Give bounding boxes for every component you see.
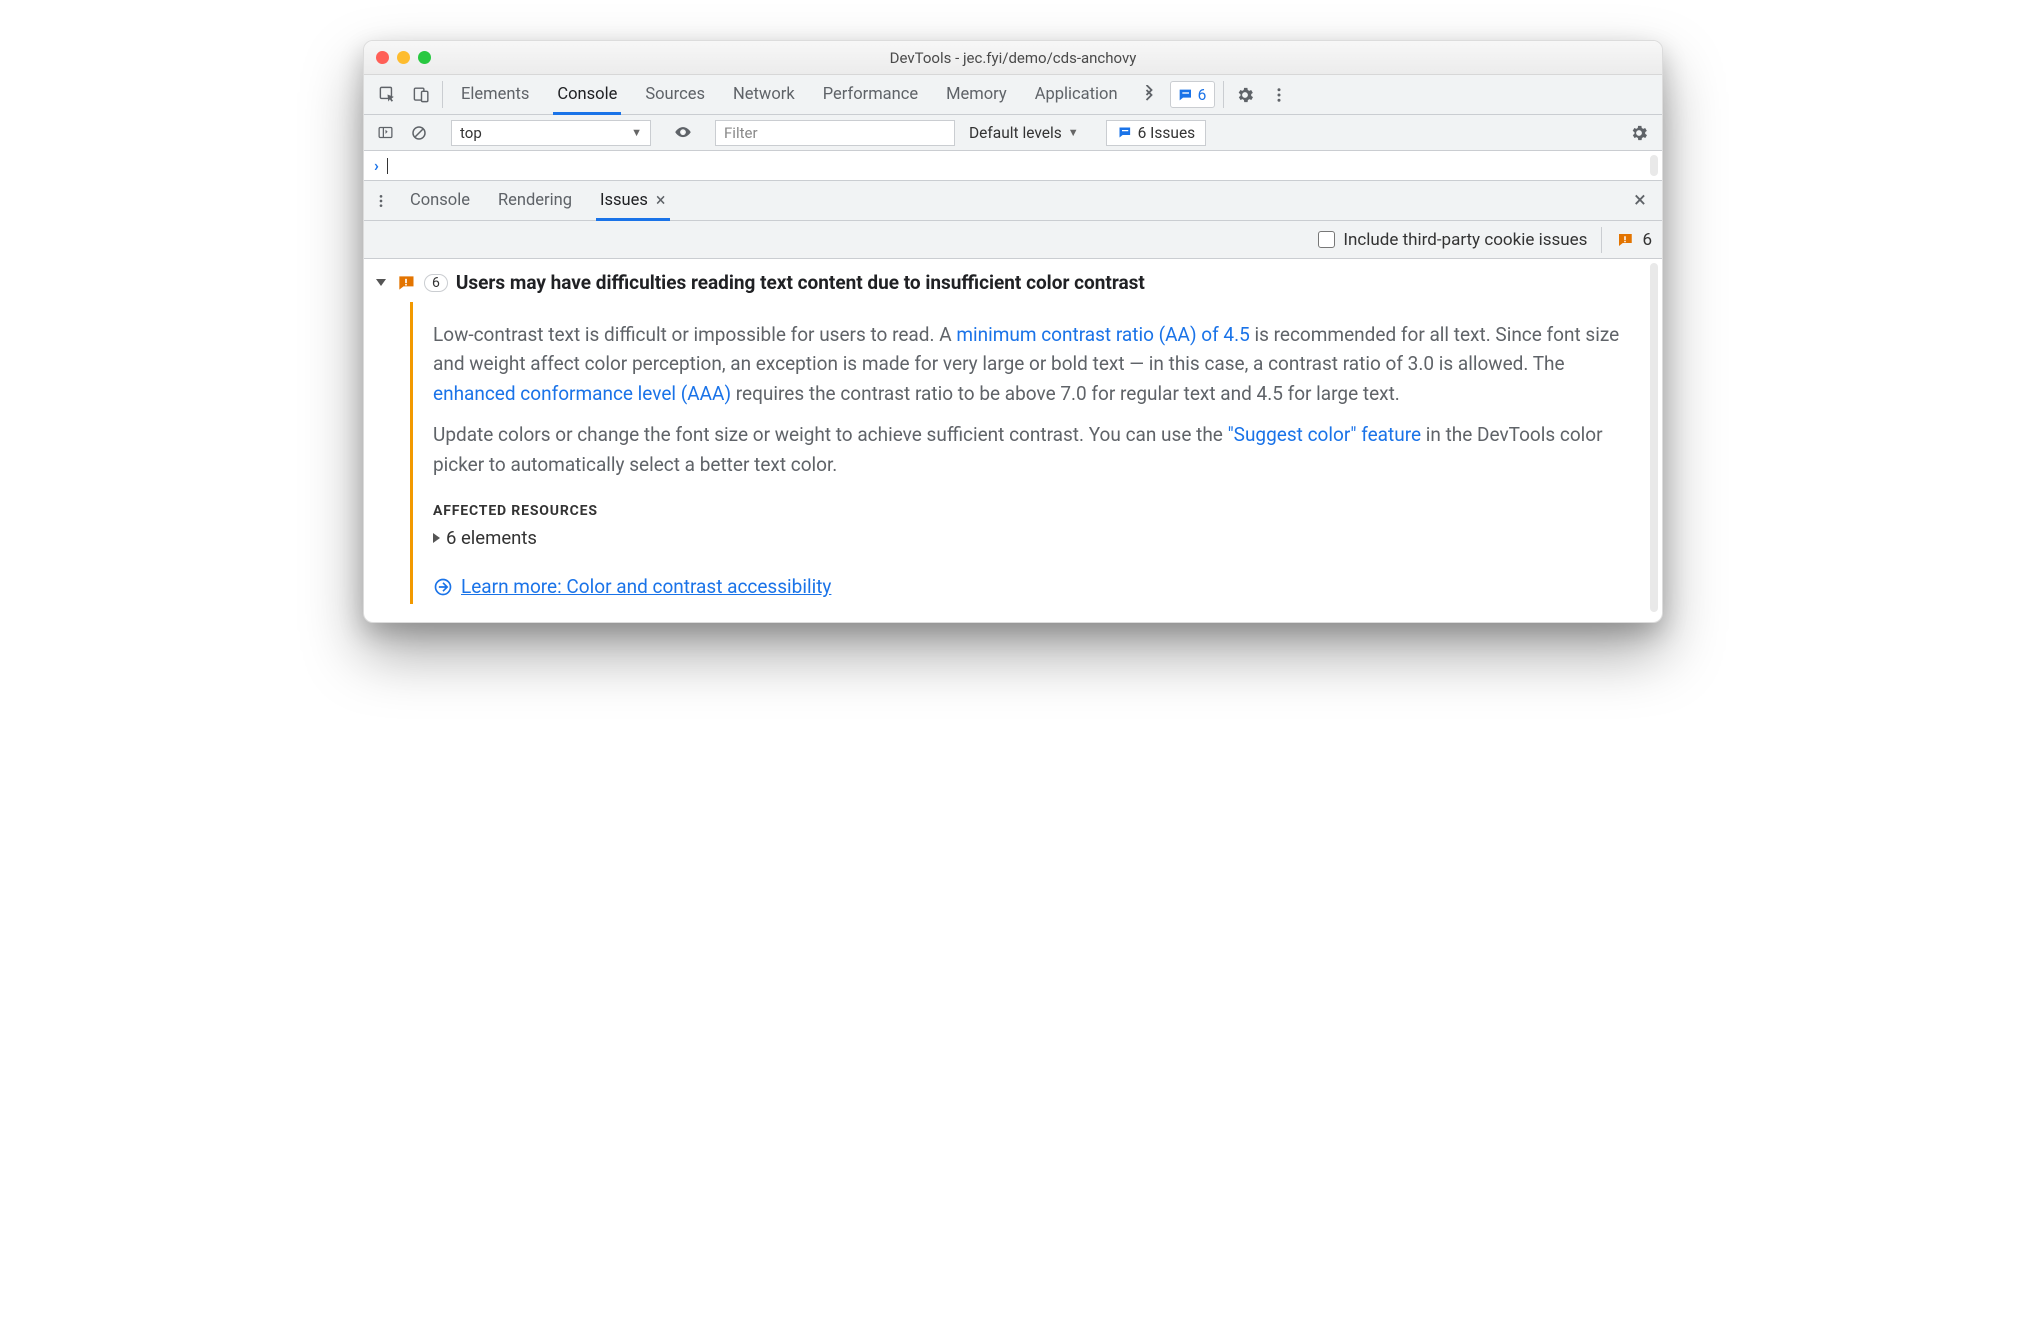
inspect-element-icon[interactable] [370,75,404,114]
dropdown-icon: ▼ [1068,126,1079,139]
drawer-tab-console[interactable]: Console [396,181,484,220]
window-title: DevTools - jec.fyi/demo/cds-anchovy [364,49,1662,67]
disclosure-triangle-icon [433,533,440,543]
log-levels-select[interactable]: Default levels ▼ [959,120,1089,146]
issue-header[interactable]: 6 Users may have difficulties reading te… [376,271,1642,302]
link-min-contrast[interactable]: minimum contrast ratio (AA) of 4.5 [956,323,1249,346]
tab-elements[interactable]: Elements [447,75,543,114]
issues-warning-count: 6 [1601,227,1652,253]
close-drawer-icon[interactable]: × [1620,181,1660,220]
toggle-sidebar-icon[interactable] [370,124,400,141]
main-tab-bar: Elements Console Sources Network Perform… [364,75,1662,115]
device-toolbar-icon[interactable] [404,75,438,114]
prompt-chevron-icon: › [374,156,379,175]
divider [1223,81,1224,108]
scrollbar[interactable] [1650,155,1658,176]
scrollbar[interactable] [1650,263,1658,612]
tabs-overflow-icon[interactable] [1132,75,1166,114]
execution-context-select[interactable]: top ▼ [451,120,651,146]
drawer-tab-bar: Console Rendering Issues × × [364,181,1662,221]
console-toolbar: top ▼ Filter Default levels ▼ 6 Issues [364,115,1662,151]
zoom-window-button[interactable] [418,51,431,64]
tab-application[interactable]: Application [1021,75,1132,114]
console-filter-input[interactable]: Filter [715,120,955,146]
issue-body: Low-contrast text is difficult or imposs… [410,302,1642,604]
console-settings-icon[interactable] [1622,123,1656,143]
drawer-more-icon[interactable] [366,181,396,220]
clear-console-icon[interactable] [404,124,434,142]
tab-memory[interactable]: Memory [932,75,1021,114]
link-enhanced-conformance[interactable]: enhanced conformance level (AAA) [433,382,731,405]
text-caret [387,158,388,174]
filter-placeholder: Filter [724,124,758,142]
issue-description-2: Update colors or change the font size or… [433,420,1622,479]
close-tab-icon[interactable]: × [656,192,666,210]
dropdown-icon: ▼ [631,126,642,139]
issues-counter-button[interactable]: 6 [1170,81,1216,108]
console-prompt[interactable]: › [364,151,1662,181]
drawer-tab-issues[interactable]: Issues × [586,181,680,220]
drawer-tab-rendering[interactable]: Rendering [484,181,586,220]
issue-description-1: Low-contrast text is difficult or imposs… [433,320,1622,408]
link-suggest-color[interactable]: "Suggest color" feature [1228,423,1421,446]
minimize-window-button[interactable] [397,51,410,64]
divider [442,81,443,108]
issues-count: 6 [1198,86,1207,104]
affected-resources-item[interactable]: 6 elements [433,527,1622,549]
disclosure-triangle-icon[interactable] [376,279,386,286]
issue-title: Users may have difficulties reading text… [456,271,1145,294]
learn-more-link[interactable]: Learn more: Color and contrast accessibi… [433,575,1622,598]
issues-pane: 6 Users may have difficulties reading te… [364,259,1662,622]
devtools-window: DevTools - jec.fyi/demo/cds-anchovy Elem… [363,40,1663,623]
tab-network[interactable]: Network [719,75,809,114]
settings-icon[interactable] [1228,75,1262,114]
traffic-lights [364,51,431,64]
window-titlebar: DevTools - jec.fyi/demo/cds-anchovy [364,41,1662,75]
issue-count-pill: 6 [424,274,448,292]
affected-resources-heading: AFFECTED RESOURCES [433,503,1622,519]
open-issues-button[interactable]: 6 Issues [1106,120,1207,146]
tab-console[interactable]: Console [543,75,631,114]
tab-performance[interactable]: Performance [809,75,932,114]
warning-icon [396,273,416,293]
live-expression-icon[interactable] [668,123,698,143]
issue-item: 6 Users may have difficulties reading te… [364,259,1662,622]
close-window-button[interactable] [376,51,389,64]
issues-toolbar: Include third-party cookie issues 6 [364,221,1662,259]
tab-sources[interactable]: Sources [631,75,719,114]
checkbox-icon [1318,231,1335,248]
include-third-party-checkbox[interactable]: Include third-party cookie issues [1318,230,1587,250]
more-options-icon[interactable] [1262,75,1296,114]
